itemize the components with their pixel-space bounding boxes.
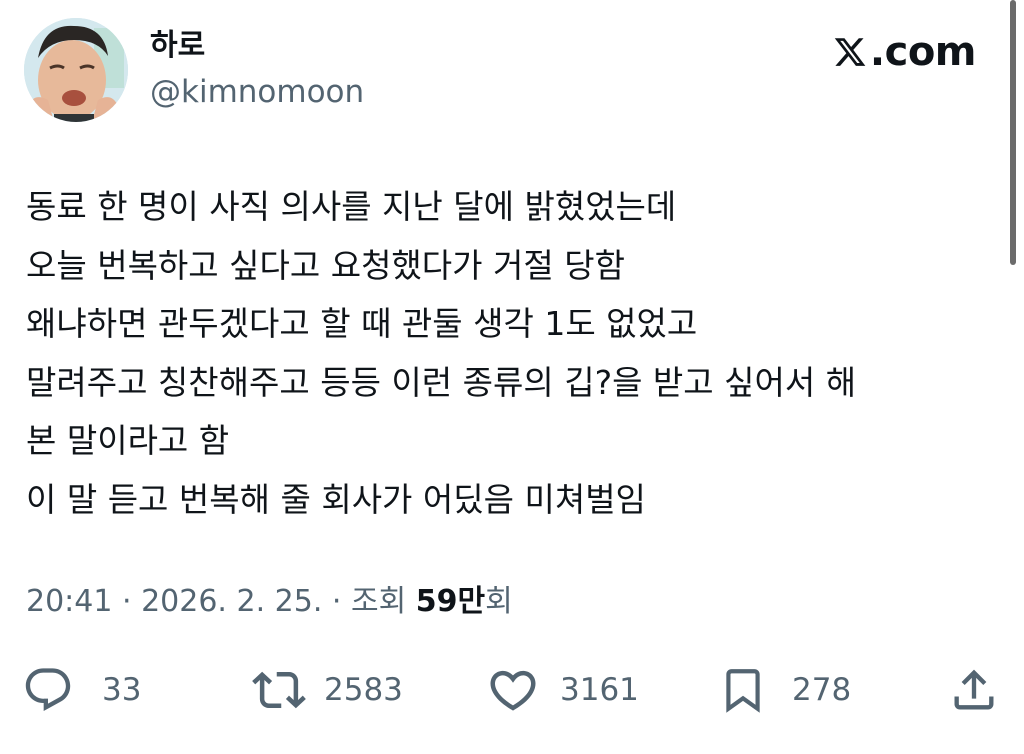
meta-separator: · <box>112 584 142 619</box>
brand-domain: .com <box>869 29 977 75</box>
views-label: 조회 <box>350 584 407 619</box>
like-count: 3161 <box>560 672 639 708</box>
repost-icon <box>252 663 306 717</box>
reply-button[interactable]: 33 <box>22 662 141 718</box>
tweet-time[interactable]: 20:41 <box>26 584 112 619</box>
heart-icon <box>486 663 540 717</box>
author-display-name[interactable]: 하로 <box>150 26 205 66</box>
repost-button[interactable]: 2583 <box>252 662 403 718</box>
like-button[interactable]: 3161 <box>486 662 639 718</box>
tweet-line: 본 말이라고 함 <box>26 421 230 460</box>
tweet-line: 왜냐하면 관두겠다고 할 때 관둘 생각 1도 없었고 <box>26 304 698 343</box>
bookmark-count: 278 <box>792 672 852 708</box>
reply-icon <box>22 664 74 716</box>
tweet-meta: 20:41 · 2026. 2. 25. · 조회 59만회 <box>26 582 513 622</box>
action-bar: 33 2583 3161 278 <box>0 662 1024 718</box>
x-logo-icon <box>832 35 870 69</box>
meta-separator: · <box>322 584 351 619</box>
brand-link[interactable]: .com <box>832 29 977 75</box>
author-handle[interactable]: @kimnomoon <box>150 72 364 112</box>
repost-count: 2583 <box>324 672 403 708</box>
bookmark-button[interactable]: 278 <box>718 662 851 718</box>
views-suffix: 회 <box>485 584 513 619</box>
tweet-text: 동료 한 명이 사직 의사를 지난 달에 밝혔었는데 오늘 번복하고 싶다고 요… <box>26 178 986 529</box>
avatar[interactable] <box>24 18 128 122</box>
scrollbar[interactable] <box>1010 0 1016 265</box>
bookmark-icon <box>718 664 768 716</box>
tweet-line: 오늘 번복하고 싶다고 요청했다가 거절 당함 <box>26 245 625 285</box>
reply-count: 33 <box>102 672 142 708</box>
avatar-image <box>24 18 128 122</box>
share-button[interactable] <box>948 662 1000 718</box>
share-icon <box>948 664 1000 716</box>
tweet-date[interactable]: 2026. 2. 25. <box>141 584 322 619</box>
tweet-line: 말려주고 칭찬해주고 등등 이런 종류의 깁?을 받고 싶어서 해 <box>26 362 857 402</box>
views-count: 59만 <box>415 584 486 619</box>
tweet-line: 동료 한 명이 사직 의사를 지난 달에 밝혔었는데 <box>26 187 677 226</box>
tweet-line: 이 말 듣고 번복해 줄 회사가 어딨음 미쳐벌임 <box>26 479 646 519</box>
